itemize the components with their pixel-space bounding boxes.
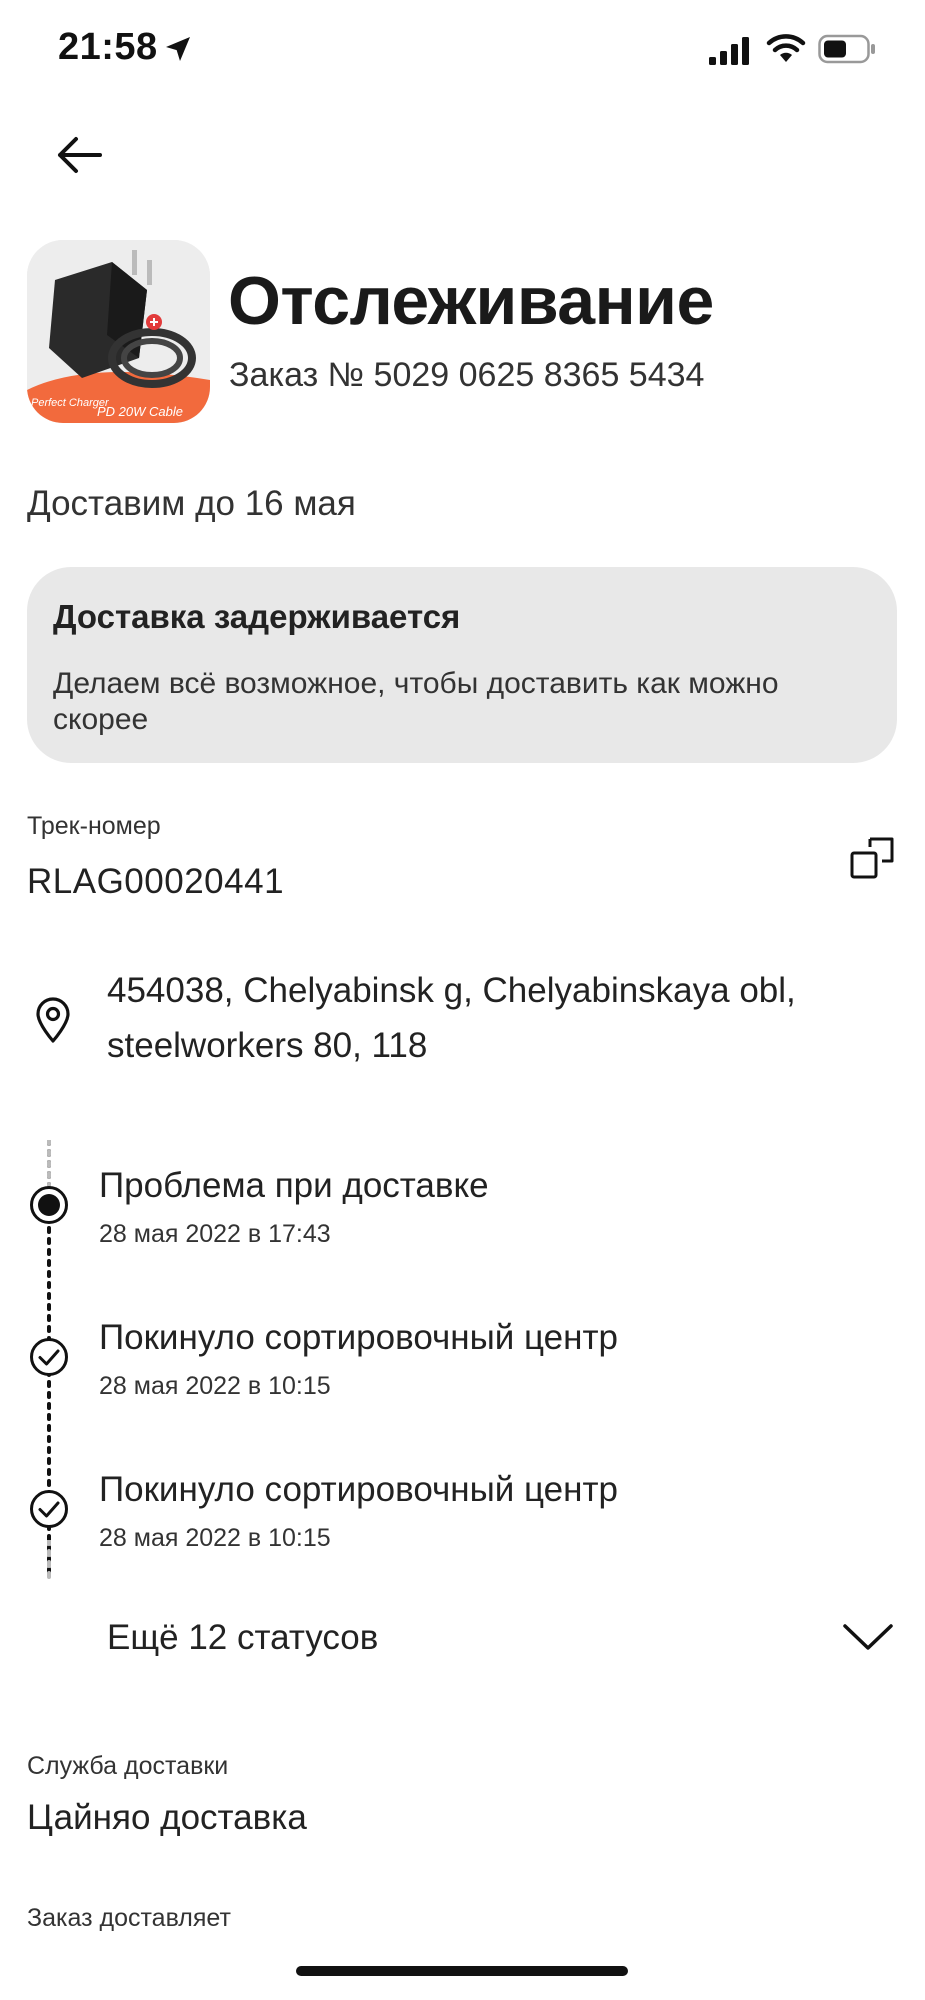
timeline-fade-bottom — [47, 1540, 51, 1580]
timeline-fade-top — [47, 1140, 51, 1190]
product-thumbnail[interactable]: PD 20W Cable Perfect Charger — [27, 240, 210, 423]
track-number-label: Трек-номер — [27, 812, 161, 840]
delivery-service-value: Цайняо доставка — [27, 1798, 307, 1837]
product-image: PD 20W Cable Perfect Charger — [27, 240, 210, 423]
status-title: Покинуло сортировочный центр — [99, 1318, 618, 1357]
chevron-down-icon[interactable] — [842, 1622, 894, 1652]
check-circle-icon — [30, 1338, 68, 1376]
signal-icon — [709, 37, 749, 65]
status-title: Покинуло сортировочный центр — [99, 1470, 618, 1509]
alert-title: Доставка задерживается — [53, 598, 461, 635]
status-title: Проблема при доставке — [99, 1166, 489, 1205]
location-arrow-icon — [166, 37, 190, 61]
battery-icon — [818, 34, 875, 64]
courier-label: Заказ доставляет — [27, 1904, 231, 1932]
more-statuses-button[interactable]: Ещё 12 статусов — [107, 1618, 378, 1658]
copy-icon[interactable] — [850, 835, 896, 881]
map-pin-icon — [36, 997, 70, 1043]
delivery-address: 454038, Chelyabinsk g, Chelyabinskaya ob… — [107, 971, 796, 1065]
check-circle-icon — [30, 1490, 68, 1528]
product-image-caption: PD 20W Cable — [97, 404, 183, 419]
home-indicator[interactable] — [296, 1966, 628, 1976]
back-arrow-icon[interactable] — [50, 130, 110, 180]
delivery-service-label: Служба доставки — [27, 1752, 229, 1780]
track-number: RLAG00020441 — [27, 862, 285, 901]
status-date: 28 мая 2022 в 10:15 — [99, 1372, 331, 1400]
delivery-estimate: Доставим до 16 мая — [27, 484, 356, 523]
status-date: 28 мая 2022 в 17:43 — [99, 1220, 331, 1248]
wifi-icon — [766, 34, 806, 62]
alert-text: Делаем всё возможное, чтобы доставить ка… — [53, 667, 779, 736]
status-time: 21:58 — [58, 26, 158, 68]
order-number: Заказ № 5029 0625 8365 5434 — [229, 356, 705, 394]
page-title: Отслеживание — [228, 263, 714, 339]
status-date: 28 мая 2022 в 10:15 — [99, 1524, 331, 1552]
current-dot-icon — [30, 1186, 68, 1224]
product-image-caption: Perfect Charger — [31, 397, 110, 409]
